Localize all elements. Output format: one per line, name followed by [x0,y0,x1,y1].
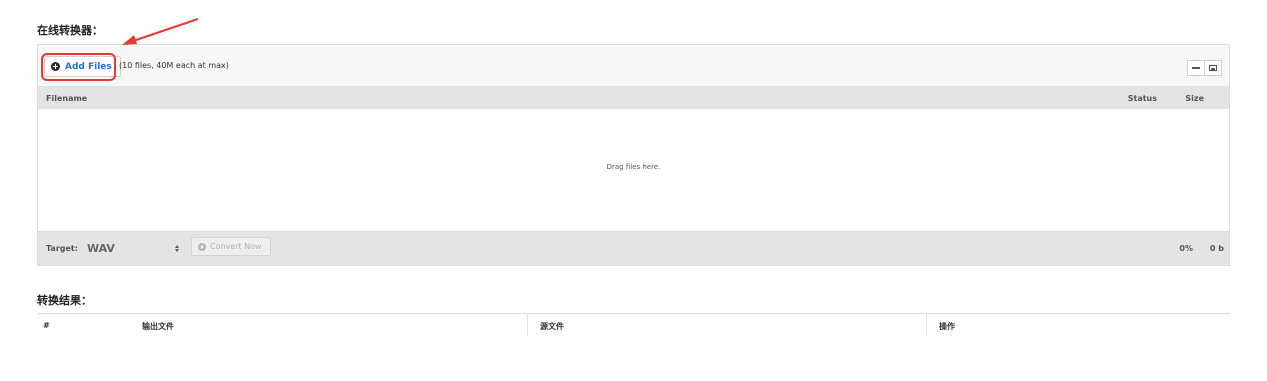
total-progress: 0% [1179,244,1193,253]
convert-now-button[interactable]: Convert Now [191,237,271,256]
add-files-label: Add Files [65,61,112,72]
plus-circle-icon [51,62,60,71]
total-size: 0 b [1209,244,1224,253]
target-label: Target: [46,244,78,253]
file-list-header: Filename Status Size [38,87,1229,109]
filename-column-header: Filename [46,94,88,103]
results-table-header: # 输出文件 源文件 操作 [37,313,1230,336]
target-format-value: WAV [87,241,115,255]
uploader-footer: Target: WAV Convert Now 0% 0 b [38,231,1229,265]
results-header-output: 输出文件 [142,322,174,331]
uploader-toolbar: Add Files (10 files, 40M each at max) [38,45,1229,87]
file-limit-text: (10 files, 40M each at max) [119,61,229,70]
column-divider [926,314,927,336]
size-column-header: Size [1185,94,1204,103]
add-files-button[interactable]: Add Files [44,56,121,77]
drop-hint: Drag files here. [606,163,661,171]
arrow-circle-icon [198,242,206,251]
list-icon [1192,67,1200,69]
thumbnail-icon [1209,65,1217,71]
convert-now-label: Convert Now [210,242,262,251]
column-divider [527,314,528,336]
status-column-header: Status [1127,94,1157,103]
target-format-select[interactable]: WAV [83,238,183,258]
converter-title: 在线转换器： [37,24,103,37]
results-title: 转换结果： [37,294,92,307]
file-drop-zone[interactable]: Drag files here. [38,109,1229,233]
updown-arrows-icon [175,244,179,252]
file-uploader: Add Files (10 files, 40M each at max) Fi… [37,44,1230,266]
results-header-index: # [43,321,50,330]
results-header-actions: 操作 [939,322,955,331]
list-view-button[interactable] [1187,60,1205,76]
thumbnail-view-button[interactable] [1204,60,1222,76]
view-toggle [1187,60,1222,76]
results-header-source: 源文件 [540,322,564,331]
